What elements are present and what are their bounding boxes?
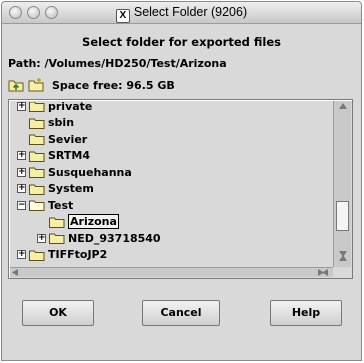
folder-icon xyxy=(29,102,45,112)
ok-button[interactable]: OK xyxy=(22,300,94,326)
horizontal-scroll-arrows xyxy=(12,269,328,276)
horizontal-scrollbar[interactable] xyxy=(10,267,333,277)
tree-row[interactable]: − Test xyxy=(17,197,73,213)
expand-toggle-icon[interactable]: + xyxy=(17,250,26,259)
expand-toggle-icon[interactable]: + xyxy=(17,167,26,177)
collapse-toggle-icon[interactable]: − xyxy=(17,200,26,210)
folder-icon xyxy=(29,167,45,178)
tree-item-label: System xyxy=(48,182,94,195)
expand-toggle-icon[interactable]: + xyxy=(37,233,46,243)
vertical-scroll-thumb[interactable] xyxy=(336,201,349,231)
tree-row[interactable]: Sevier xyxy=(29,131,87,147)
tree-item-label: Test xyxy=(48,198,74,212)
tree-row[interactable]: + SRTM4 xyxy=(17,148,90,164)
tree-row[interactable]: + private xyxy=(17,102,92,114)
path-label: Path: xyxy=(8,57,41,70)
tree-item-label: NED_93718540 xyxy=(68,231,161,245)
tree-row[interactable]: + Susquehanna xyxy=(17,164,132,180)
tree-item-label: TIFFtoJP2 xyxy=(48,248,108,261)
tree-row[interactable]: + TIFFtoJP2 xyxy=(17,247,107,263)
folder-icon xyxy=(29,151,45,162)
tree-row[interactable]: + NED_93718540 xyxy=(37,230,161,246)
folder-toolbar: Space free: 96.5 GB xyxy=(8,76,175,94)
folder-tree-panel: + private sbin Sevier + SRTM4 + Susquehanna + Sys… xyxy=(8,99,353,279)
x11-icon: X xyxy=(115,9,130,23)
window-title: Select Folder (9206) xyxy=(133,5,248,19)
help-button[interactable]: Help xyxy=(270,300,342,326)
folder-icon xyxy=(29,200,45,211)
tree-row[interactable]: Arizona xyxy=(49,214,119,230)
path-value: /Volumes/HD250/Test/Arizona xyxy=(44,57,227,70)
dialog-heading: Select folder for exported files xyxy=(82,35,281,49)
dialog-buttons: OK Cancel Help xyxy=(2,300,361,328)
folder-icon xyxy=(49,217,65,228)
folder-tree[interactable]: + private sbin Sevier + SRTM4 + Susquehanna + Sys… xyxy=(11,102,334,267)
tree-row[interactable]: sbin xyxy=(29,115,74,131)
window-title-container: X Select Folder (9206) xyxy=(2,5,361,23)
tree-item-label: sbin xyxy=(48,116,75,129)
tree-item-label: Sevier xyxy=(48,132,88,146)
tree-row[interactable]: + System xyxy=(17,181,94,197)
scrollbar-arrows xyxy=(339,103,347,261)
expand-toggle-icon[interactable]: + xyxy=(17,184,26,193)
title-bar: X Select Folder (9206) xyxy=(2,2,361,24)
vertical-scrollbar[interactable] xyxy=(333,101,351,267)
tree-item-label: SRTM4 xyxy=(48,149,91,162)
expand-toggle-icon[interactable]: + xyxy=(17,151,26,160)
tree-item-label: Susquehanna xyxy=(48,165,132,179)
folder-icon xyxy=(29,250,45,261)
up-folder-icon[interactable] xyxy=(8,77,24,93)
tree-item-label: Arizona xyxy=(68,214,119,229)
folder-icon xyxy=(29,118,45,129)
folder-icon xyxy=(29,184,45,195)
select-folder-dialog: X Select Folder (9206) Select folder for … xyxy=(1,1,362,361)
folder-icon xyxy=(29,134,45,145)
cancel-button[interactable]: Cancel xyxy=(142,300,220,326)
path-display: Path: /Volumes/HD250/Test/Arizona xyxy=(8,57,227,70)
expand-toggle-icon[interactable]: + xyxy=(17,102,26,111)
folder-icon xyxy=(49,233,65,244)
tree-item-label: private xyxy=(48,102,93,113)
space-free-text: Space free: 96.5 GB xyxy=(52,78,175,92)
new-folder-icon[interactable] xyxy=(28,77,44,93)
